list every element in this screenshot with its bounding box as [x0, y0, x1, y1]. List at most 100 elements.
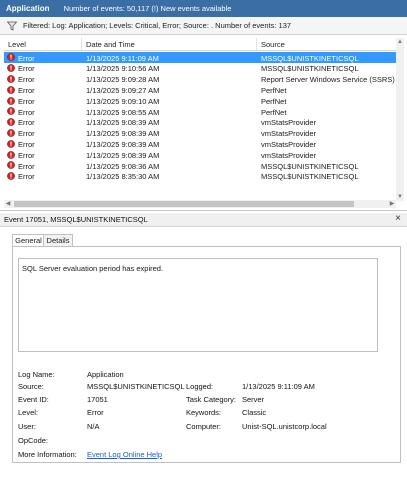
column-source[interactable]: Source: [261, 40, 285, 49]
column-divider[interactable]: [256, 38, 257, 50]
row-level: Error: [18, 129, 35, 139]
row-source: PerfNet: [261, 85, 287, 95]
error-icon: [7, 129, 15, 137]
row-source: vmStatsProvider: [261, 150, 317, 160]
label-opcode: OpCode:: [18, 436, 49, 445]
error-icon: [7, 161, 15, 170]
value-keywords: Classic: [242, 408, 267, 417]
row-source: vmStatsProvider: [261, 118, 317, 128]
label-more-info: More Information:: [18, 450, 77, 459]
value-task-category: Server: [242, 395, 265, 404]
event-row[interactable]: Error 1/13/2025 9:08:36 AM MSSQL$UNISTKINE…: [4, 160, 396, 171]
label-user: User:: [18, 422, 36, 431]
scroll-down-icon[interactable]: ▼: [397, 194, 403, 200]
scroll-right-icon[interactable]: ▶: [388, 200, 396, 208]
error-icon: [7, 75, 15, 83]
value-source: MSSQL$UNISTKINETICSQL: [87, 382, 185, 391]
log-title: Application: [6, 4, 50, 13]
row-datetime: 1/13/2025 9:09:10 AM: [86, 96, 160, 106]
row-level: Error: [18, 118, 35, 128]
error-icon: [7, 139, 15, 148]
row-datetime: 1/13/2025 9:08:39 AM: [86, 118, 160, 128]
value-user: N/A: [87, 422, 100, 431]
label-source: Source:: [18, 382, 44, 391]
row-level: Error: [18, 96, 35, 106]
event-row[interactable]: Error 1/13/2025 9:10:56 AM MSSQL$UNISTKINE…: [4, 63, 396, 74]
label-logged: Logged:: [186, 382, 214, 391]
event-row[interactable]: Error 1/13/2025 9:11:09 AM MSSQL$UNISTKINE…: [4, 52, 396, 63]
error-icon: [7, 118, 15, 127]
error-icon: [7, 53, 15, 62]
event-row[interactable]: Error 1/13/2025 9:08:39 AM vmStatsProvider: [4, 117, 396, 128]
error-icon: [7, 96, 15, 105]
scroll-up-icon[interactable]: ▲: [397, 39, 403, 45]
events-count-text: Number of events: 50,117 (!) New events …: [63, 4, 232, 13]
row-level: Error: [18, 85, 35, 95]
row-datetime: 1/13/2025 9:08:55 AM: [86, 107, 160, 117]
row-level: Error: [18, 150, 35, 160]
log-header: Application Number of events: 50,117 (!)…: [0, 0, 407, 17]
column-datetime[interactable]: Date and Time: [86, 40, 135, 49]
close-icon[interactable]: ×: [395, 213, 401, 224]
column-divider[interactable]: [81, 38, 82, 50]
row-datetime: 1/13/2025 9:09:28 AM: [86, 75, 160, 85]
event-row[interactable]: Error 1/13/2025 9:08:39 AM vmStatsProvider: [4, 149, 396, 160]
event-row[interactable]: Error 1/13/2025 9:09:10 AM PerfNet: [4, 95, 396, 106]
filter-bar: Filtered: Log: Application; Levels: Crit…: [0, 17, 407, 35]
row-source: Report Server Windows Service (SSRS): [261, 75, 395, 85]
row-level: Error: [18, 64, 35, 74]
row-level: Error: [18, 139, 35, 149]
scroll-left-icon[interactable]: ◀: [4, 200, 12, 208]
filter-text: Filtered: Log: Application; Levels: Crit…: [23, 21, 292, 30]
filter-icon: [7, 21, 17, 31]
label-log-name: Log Name:: [18, 370, 55, 379]
row-level: Error: [18, 172, 35, 182]
event-row[interactable]: Error 1/13/2025 8:35:30 AM MSSQL$UNISTKINE…: [4, 171, 396, 182]
row-datetime: 1/13/2025 8:35:30 AM: [86, 172, 160, 182]
row-source: PerfNet: [261, 96, 287, 106]
column-header-row: Level Date and Time Source: [4, 38, 398, 51]
row-datetime: 1/13/2025 9:08:36 AM: [86, 161, 160, 171]
event-description: SQL Server evaluation period has expired…: [22, 264, 164, 273]
event-row[interactable]: Error 1/13/2025 9:08:55 AM PerfNet: [4, 106, 396, 117]
row-source: vmStatsProvider: [261, 129, 317, 139]
event-row[interactable]: Error 1/13/2025 9:09:28 AM Report Server W…: [4, 74, 396, 85]
event-description-box[interactable]: SQL Server evaluation period has expired…: [18, 258, 378, 352]
horizontal-scrollbar[interactable]: ◀ ▶: [4, 200, 396, 208]
row-source: MSSQL$UNISTKINETICSQL: [261, 64, 359, 74]
row-source: MSSQL$UNISTKINETICSQL: [261, 53, 359, 63]
label-event-id: Event ID:: [18, 395, 49, 404]
events-grid[interactable]: Level Date and Time Source Error 1/13/202…: [4, 38, 400, 200]
row-level: Error: [18, 161, 35, 171]
event-row[interactable]: Error 1/13/2025 9:09:27 AM PerfNet: [4, 84, 396, 95]
event-row[interactable]: Error 1/13/2025 9:08:39 AM vmStatsProvider: [4, 138, 396, 149]
pane-splitter[interactable]: [0, 210, 407, 211]
value-computer: Unist-SQL.unistcorp.local: [242, 422, 327, 431]
scroll-thumb[interactable]: [14, 201, 354, 207]
error-icon: [7, 107, 15, 116]
value-logged: 1/13/2025 9:11:09 AM: [242, 382, 315, 391]
row-source: vmStatsProvider: [261, 139, 317, 149]
error-icon: [7, 150, 15, 159]
row-datetime: 1/13/2025 9:11:09 AM: [86, 53, 159, 63]
event-detail-titlebar: Event 17051, MSSQL$UNISTKINETICSQL ×: [0, 213, 407, 227]
label-keywords: Keywords:: [186, 408, 222, 417]
row-level: Error: [18, 75, 35, 85]
row-source: MSSQL$UNISTKINETICSQL: [261, 161, 359, 171]
label-level: Level:: [18, 408, 39, 417]
row-source: PerfNet: [261, 107, 287, 117]
event-log-online-help-link[interactable]: Event Log Online Help: [87, 450, 162, 459]
row-level: Error: [18, 107, 35, 117]
row-source: MSSQL$UNISTKINETICSQL: [261, 172, 359, 182]
value-event-id: 17051: [87, 395, 108, 404]
vertical-scrollbar[interactable]: ▲ ▼: [396, 38, 404, 201]
error-icon: [7, 85, 15, 94]
label-computer: Computer:: [186, 422, 222, 431]
column-level[interactable]: Level: [8, 40, 26, 49]
event-row[interactable]: Error 1/13/2025 9:08:39 AM vmStatsProvider: [4, 128, 396, 139]
row-datetime: 1/13/2025 9:08:39 AM: [86, 129, 160, 139]
row-datetime: 1/13/2025 9:10:56 AM: [86, 64, 160, 74]
row-datetime: 1/13/2025 9:09:27 AM: [86, 85, 160, 95]
row-datetime: 1/13/2025 9:08:39 AM: [86, 150, 160, 160]
error-icon: [7, 172, 15, 181]
